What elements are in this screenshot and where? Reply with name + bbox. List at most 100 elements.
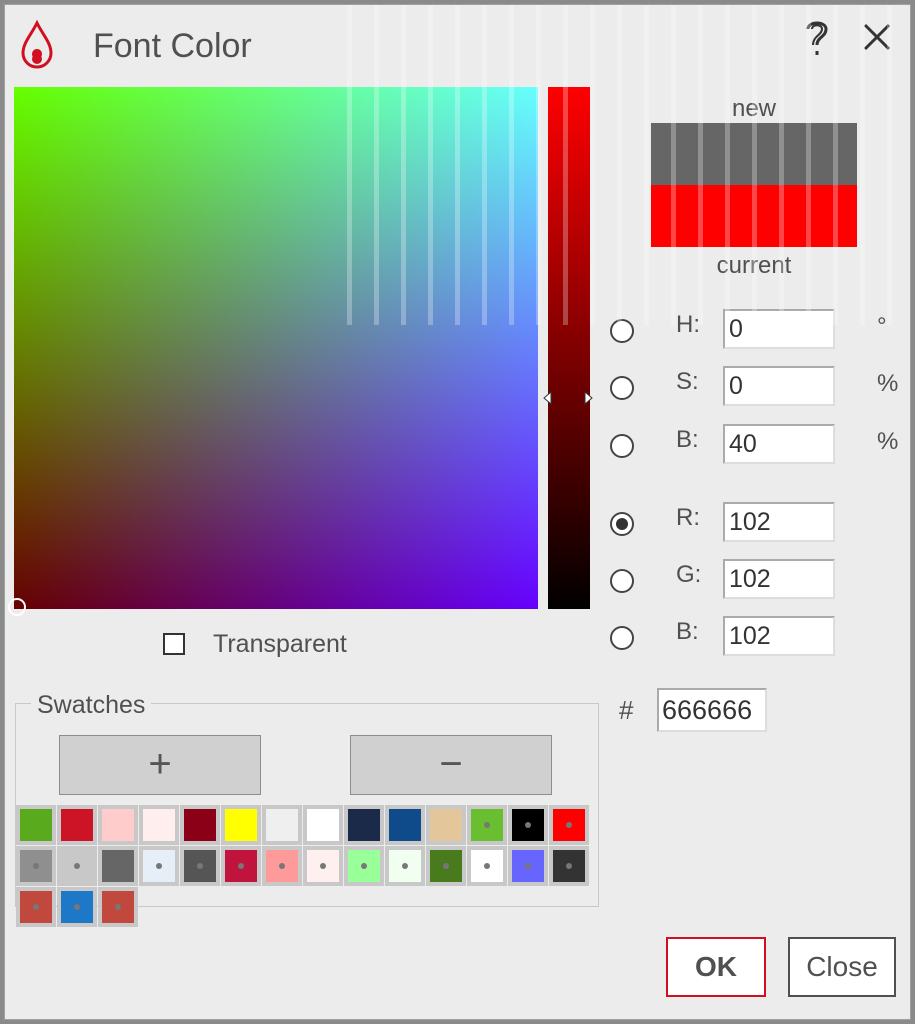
field-label-h: H: [676, 311, 700, 338]
swatch-chip[interactable] [512, 809, 544, 841]
swatch-cell [98, 887, 138, 927]
field-input-g[interactable] [723, 559, 835, 599]
swatch-marker [197, 863, 203, 869]
swatch-chip[interactable] [307, 850, 339, 882]
swatch-chip[interactable] [102, 850, 134, 882]
swatch-cell [549, 846, 589, 886]
swatch-marker [320, 863, 326, 869]
swatch-chip[interactable] [430, 809, 462, 841]
field-input-h[interactable] [723, 309, 835, 349]
swatch-cell [262, 846, 302, 886]
radio-r[interactable] [610, 512, 634, 536]
swatch-chip[interactable] [348, 850, 380, 882]
swatch-chip[interactable] [553, 809, 585, 841]
field-unit-bv: % [877, 428, 899, 455]
field-unit-s: % [877, 370, 899, 397]
swatch-chip[interactable] [266, 809, 298, 841]
swatch-marker [525, 863, 531, 869]
ok-button[interactable]: OK [666, 937, 766, 997]
swatch-cell [549, 805, 589, 845]
swatch-chip[interactable] [266, 850, 298, 882]
swatch-marker [443, 863, 449, 869]
swatch-chip[interactable] [61, 850, 93, 882]
swatch-cell [57, 887, 97, 927]
swatch-marker [402, 863, 408, 869]
swatch-chip[interactable] [512, 850, 544, 882]
swatch-chip[interactable] [102, 809, 134, 841]
swatch-chip[interactable] [389, 809, 421, 841]
swatch-cell [16, 846, 56, 886]
current-color-preview[interactable] [651, 185, 857, 247]
radio-g[interactable] [610, 569, 634, 593]
swatch-marker [361, 863, 367, 869]
swatch-cell [426, 846, 466, 886]
swatch-cell [221, 846, 261, 886]
swatch-chip[interactable] [102, 891, 134, 923]
swatch-cell [508, 805, 548, 845]
swatch-marker [525, 822, 531, 828]
color-field-marker[interactable] [8, 598, 26, 616]
help-icon[interactable] [800, 15, 834, 65]
swatch-chip[interactable] [143, 850, 175, 882]
radio-s[interactable] [610, 376, 634, 400]
swatch-cell [385, 846, 425, 886]
swatches-legend: Swatches [31, 691, 152, 720]
swatch-cell [303, 805, 343, 845]
hex-prefix: # [619, 695, 634, 725]
swatch-chip[interactable] [471, 850, 503, 882]
remove-swatch-button[interactable]: − [350, 735, 552, 795]
slider-handle-left[interactable] [543, 391, 553, 405]
swatch-cell [180, 805, 220, 845]
field-input-s[interactable] [723, 366, 835, 406]
field-label-s: S: [676, 368, 699, 395]
swatch-marker [566, 863, 572, 869]
swatch-chip[interactable] [20, 891, 52, 923]
swatch-chip[interactable] [430, 850, 462, 882]
field-label-bc: B: [676, 618, 699, 645]
current-color-label: current [716, 252, 792, 279]
swatch-marker [484, 863, 490, 869]
swatch-chip[interactable] [471, 809, 503, 841]
swatch-chip[interactable] [184, 850, 216, 882]
swatch-marker [74, 863, 80, 869]
close-icon[interactable] [857, 15, 897, 65]
add-swatch-button[interactable]: + [59, 735, 261, 795]
swatch-chip[interactable] [348, 809, 380, 841]
field-input-bc[interactable] [723, 616, 835, 656]
color-field[interactable] [14, 87, 538, 609]
swatch-cell [57, 805, 97, 845]
swatch-chip[interactable] [225, 850, 257, 882]
color-drop-icon [21, 19, 53, 69]
swatch-chip[interactable] [307, 809, 339, 841]
field-label-bv: B: [676, 426, 699, 453]
swatch-cell [98, 846, 138, 886]
swatch-marker [115, 904, 121, 910]
swatch-chip[interactable] [225, 809, 257, 841]
swatch-marker [484, 822, 490, 828]
swatch-cell [57, 846, 97, 886]
swatch-cell [344, 805, 384, 845]
swatch-cell [16, 887, 56, 927]
swatch-chip[interactable] [184, 809, 216, 841]
channel-slider[interactable] [548, 87, 590, 609]
swatch-cell [467, 846, 507, 886]
swatch-chip[interactable] [61, 891, 93, 923]
field-unit-h: ° [877, 313, 887, 340]
radio-bv[interactable] [610, 434, 634, 458]
field-label-r: R: [676, 504, 700, 531]
field-input-bv[interactable] [723, 424, 835, 464]
swatch-chip[interactable] [61, 809, 93, 841]
swatch-chip[interactable] [20, 850, 52, 882]
close-button[interactable]: Close [788, 937, 896, 997]
swatch-chip[interactable] [20, 809, 52, 841]
radio-bc[interactable] [610, 626, 634, 650]
swatch-chip[interactable] [389, 850, 421, 882]
swatch-chip[interactable] [143, 809, 175, 841]
slider-handle-right[interactable] [583, 391, 593, 405]
swatch-cell [426, 805, 466, 845]
field-input-r[interactable] [723, 502, 835, 542]
radio-h[interactable] [610, 319, 634, 343]
hex-input[interactable] [657, 688, 767, 732]
transparent-checkbox[interactable] [163, 633, 185, 655]
swatch-chip[interactable] [553, 850, 585, 882]
